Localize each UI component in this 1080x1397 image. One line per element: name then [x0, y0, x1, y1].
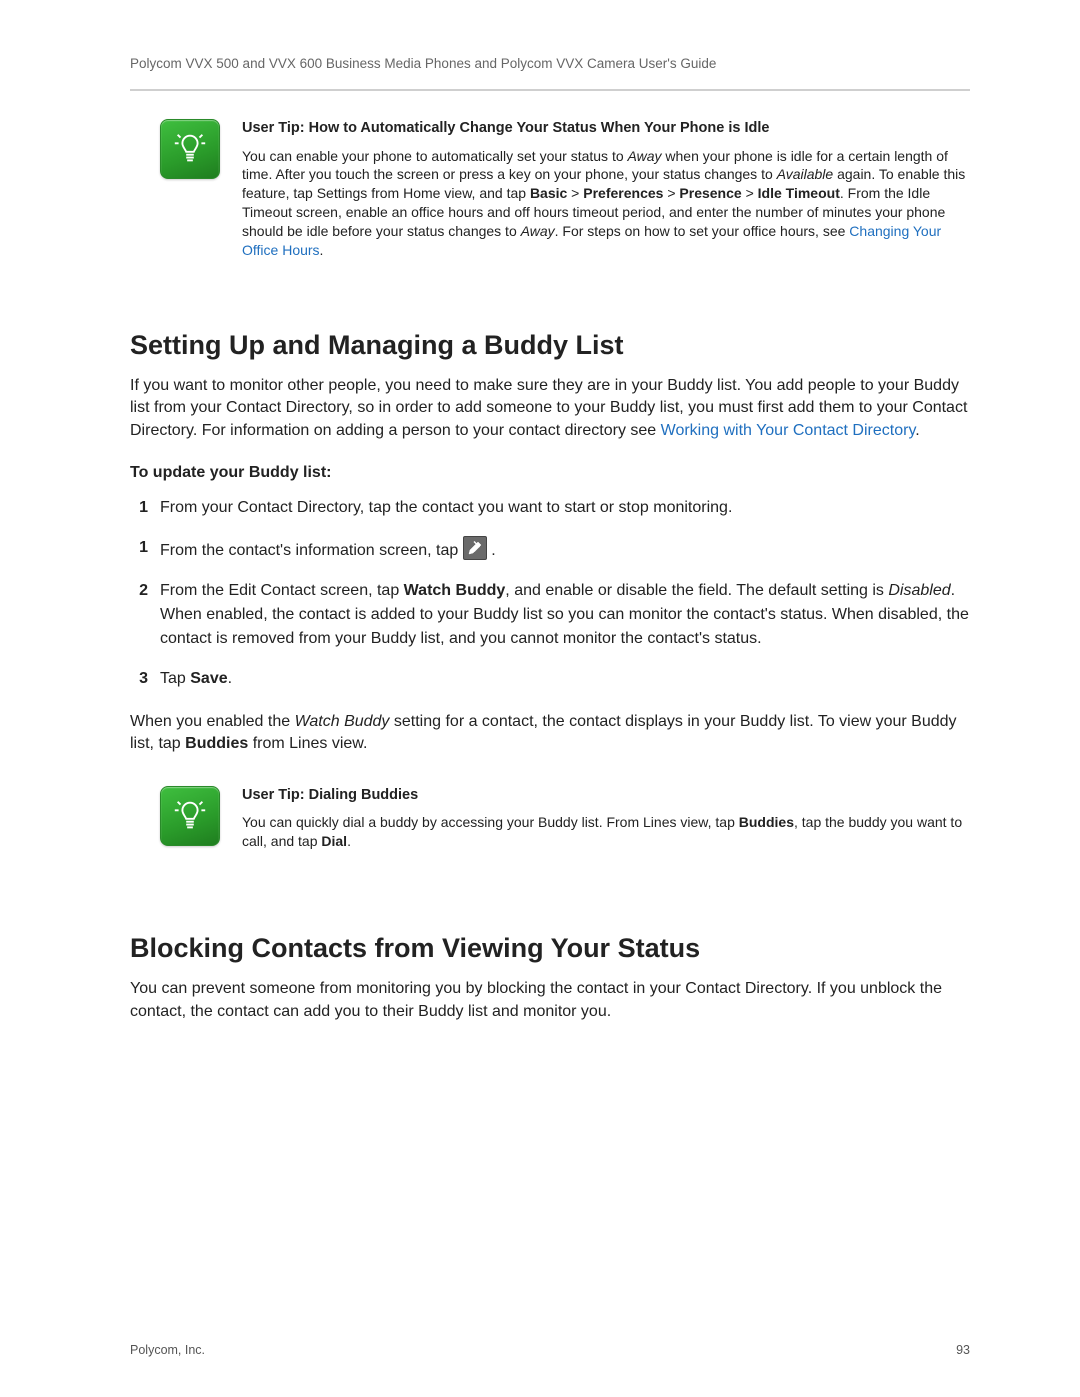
lightbulb-icon: [160, 119, 220, 179]
dial-bold: Dial: [321, 833, 347, 849]
status-available-italic: Available: [777, 166, 834, 182]
tip-body: User Tip: Dialing Buddies You can quickl…: [242, 786, 970, 851]
step-number: 1: [130, 496, 148, 520]
para-buddy-intro: If you want to monitor other people, you…: [130, 375, 970, 442]
header-rule: [130, 89, 970, 91]
watch-buddy-bold: Watch Buddy: [404, 582, 506, 599]
menu-presence-bold: Presence: [679, 185, 741, 201]
save-bold: Save: [190, 670, 227, 687]
menu-idle-timeout-bold: Idle Timeout: [758, 185, 840, 201]
footer-company: Polycom, Inc.: [130, 1343, 205, 1357]
step-list: 1 From your Contact Directory, tap the c…: [130, 496, 970, 691]
status-away-italic: Away: [628, 148, 662, 164]
subhead-update-buddy-list: To update your Buddy list:: [130, 464, 970, 482]
watch-buddy-italic: Watch Buddy: [295, 713, 390, 730]
tip-body: User Tip: How to Automatically Change Yo…: [242, 119, 970, 260]
buddies-bold-2: Buddies: [739, 814, 794, 830]
user-tip-idle-status: User Tip: How to Automatically Change Yo…: [160, 119, 970, 260]
status-away-italic-2: Away: [521, 223, 555, 239]
para-after-steps: When you enabled the Watch Buddy setting…: [130, 711, 970, 756]
para-blocking: You can prevent someone from monitoring …: [130, 978, 970, 1023]
step-text: From your Contact Directory, tap the con…: [160, 496, 970, 520]
step-number: 2: [130, 579, 148, 651]
page-header-title: Polycom VVX 500 and VVX 600 Business Med…: [130, 56, 970, 71]
menu-preferences-bold: Preferences: [583, 185, 663, 201]
step-text: From the Edit Contact screen, tap Watch …: [160, 579, 970, 651]
user-tip-dialing-buddies: User Tip: Dialing Buddies You can quickl…: [160, 786, 970, 851]
menu-basic-bold: Basic: [530, 185, 567, 201]
tip-title: User Tip: Dialing Buddies: [242, 786, 970, 806]
step-1: 1 From your Contact Directory, tap the c…: [130, 496, 970, 520]
tip-title: User Tip: How to Automatically Change Yo…: [242, 119, 970, 139]
heading-buddy-list: Setting Up and Managing a Buddy List: [130, 330, 970, 361]
lightbulb-icon: [160, 786, 220, 846]
document-page: Polycom VVX 500 and VVX 600 Business Med…: [0, 0, 1080, 1397]
link-contact-directory[interactable]: Working with Your Contact Directory: [661, 422, 916, 439]
step-number: 1: [130, 536, 148, 563]
step-1b: 1 From the contact's information screen,…: [130, 536, 970, 563]
step-text: Tap Save.: [160, 667, 970, 691]
step-text: From the contact's information screen, t…: [160, 536, 970, 563]
pencil-edit-icon: [463, 536, 487, 560]
buddies-bold: Buddies: [185, 735, 248, 752]
disabled-italic: Disabled: [888, 582, 950, 599]
step-2: 2 From the Edit Contact screen, tap Watc…: [130, 579, 970, 651]
step-number: 3: [130, 667, 148, 691]
tip-text: You can enable your phone to automatical…: [242, 148, 965, 258]
heading-blocking-contacts: Blocking Contacts from Viewing Your Stat…: [130, 933, 970, 964]
tip-text: You can quickly dial a buddy by accessin…: [242, 814, 962, 849]
step-3: 3 Tap Save.: [130, 667, 970, 691]
page-footer: Polycom, Inc. 93: [130, 1343, 970, 1357]
page-number: 93: [956, 1343, 970, 1357]
